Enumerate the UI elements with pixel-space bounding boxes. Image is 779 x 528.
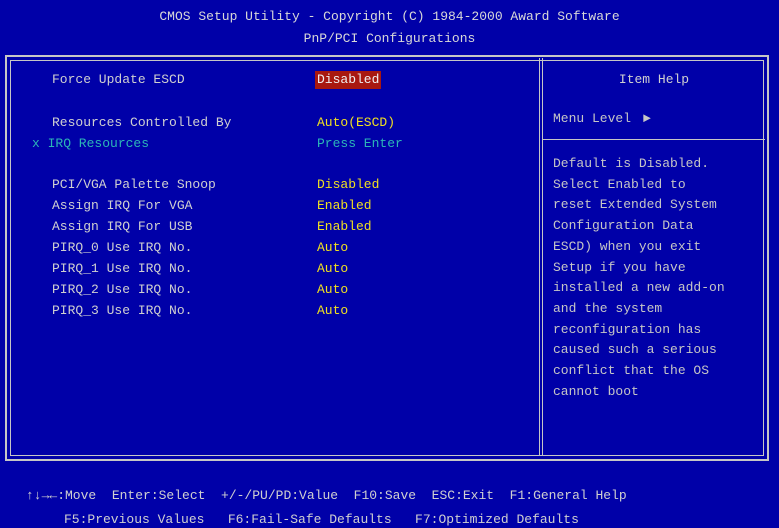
setting-value-pci-vga-palette-snoop[interactable]: Disabled — [317, 176, 379, 194]
setting-value-pirq3[interactable]: Auto — [317, 302, 348, 320]
setting-value-assign-irq-vga[interactable]: Enabled — [317, 197, 372, 215]
setting-label-pirq2[interactable]: PIRQ_2 Use IRQ No. — [52, 281, 192, 299]
item-help-title: Item Help — [618, 72, 690, 87]
setting-label-pirq0[interactable]: PIRQ_0 Use IRQ No. — [52, 239, 192, 257]
setting-value-resources-controlled-by[interactable]: Auto(ESCD) — [317, 114, 395, 132]
help-separator — [542, 139, 765, 140]
setting-label-irq-resources: x IRQ Resources — [32, 136, 150, 151]
setting-label-assign-irq-vga[interactable]: Assign IRQ For VGA — [52, 197, 192, 215]
setting-label-pirq3[interactable]: PIRQ_3 Use IRQ No. — [52, 302, 192, 320]
arrow-right-icon: ► — [643, 111, 651, 126]
setting-label-pirq1[interactable]: PIRQ_1 Use IRQ No. — [52, 260, 192, 278]
setting-value-force-update-escd[interactable]: Disabled — [315, 71, 382, 89]
key-legend-line2: F5:Previous Values F6:Fail-Safe Defaults… — [64, 512, 579, 527]
setting-value-assign-irq-usb[interactable]: Enabled — [317, 218, 372, 236]
setting-label-assign-irq-usb[interactable]: Assign IRQ For USB — [52, 218, 192, 236]
setting-value-pirq0[interactable]: Auto — [317, 239, 348, 257]
window-title: CMOS Setup Utility - Copyright (C) 1984-… — [159, 9, 620, 24]
setting-value-pirq2[interactable]: Auto — [317, 281, 348, 299]
key-legend-line1: ↑↓→←:Move Enter:Select +/-/PU/PD:Value F… — [26, 488, 627, 503]
setting-value-pirq1[interactable]: Auto — [317, 260, 348, 278]
menu-level-label: Menu Level — [553, 111, 632, 126]
item-help-text: Default is Disabled. Select Enabled to r… — [553, 156, 725, 399]
header: CMOS Setup Utility - Copyright (C) 1984-… — [0, 0, 779, 56]
setting-label-force-update-escd[interactable]: Force Update ESCD — [52, 71, 185, 89]
setting-label-resources-controlled-by[interactable]: Resources Controlled By — [52, 114, 231, 132]
setting-label-pci-vga-palette-snoop[interactable]: PCI/VGA Palette Snoop — [52, 176, 216, 194]
column-divider-2 — [542, 58, 543, 456]
page-title: PnP/PCI Configurations — [303, 31, 476, 46]
setting-value-irq-resources: Press Enter — [317, 136, 403, 151]
column-divider — [539, 58, 540, 456]
